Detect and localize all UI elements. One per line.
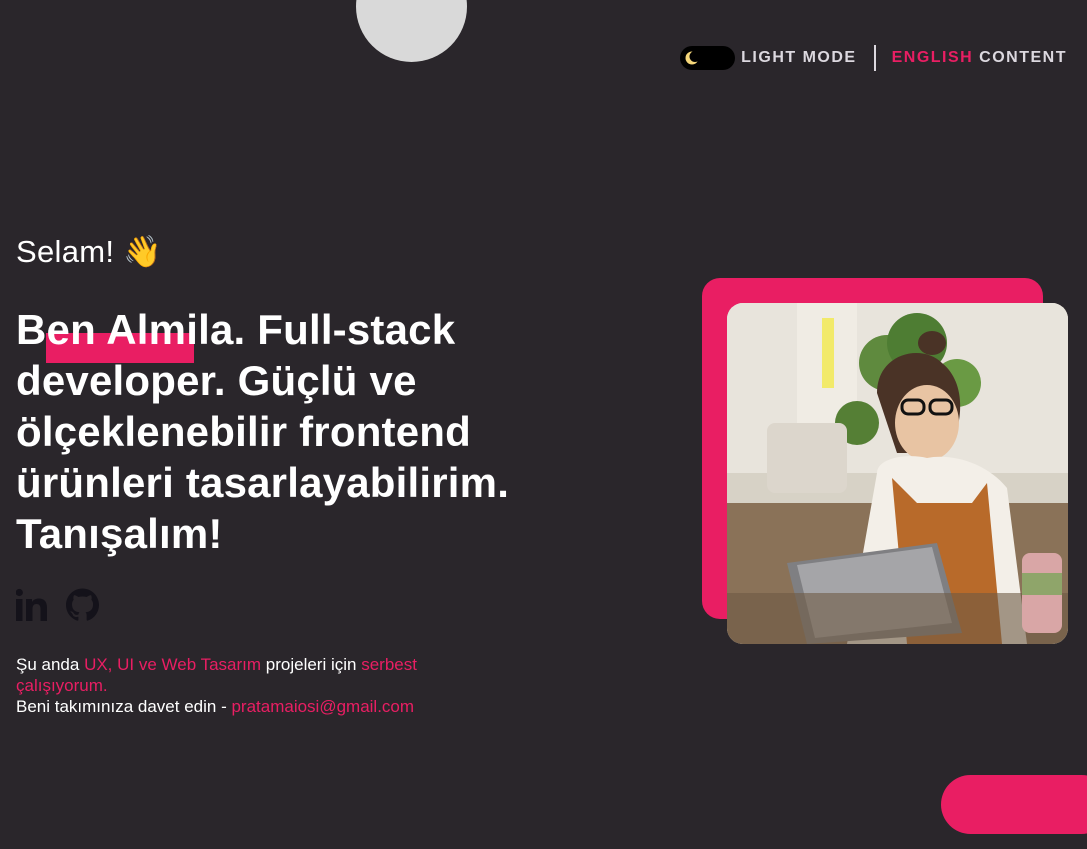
crescent-moon-icon [685,51,700,65]
about-text: Şu anda UX, UI ve Web Tasarım projeleri … [16,654,486,717]
github-link[interactable] [66,588,99,627]
social-links [15,588,118,627]
toggle-switch[interactable] [680,46,736,70]
skills-highlight: UX, UI ve Web Tasarım [84,655,262,674]
linkedin-link[interactable] [15,588,47,627]
top-bar: LIGHT MODE ENGLISH CONTENT [680,45,1067,71]
greeting: Selam! 👋 [16,234,163,269]
mode-label[interactable]: LIGHT MODE [741,49,856,67]
email-link[interactable]: pratamaiosi@gmail.com [231,697,414,716]
page-title: Ben Almila. Full-stack developer. Güçlü … [16,304,536,559]
divider [873,45,876,71]
headline-container: Ben Almila. Full-stack developer. Güçlü … [16,304,536,559]
about-prefix: Şu anda [16,655,85,674]
decorative-pill [941,775,1087,834]
language-toggle[interactable]: ENGLISH CONTENT [892,49,1067,67]
language-suffix[interactable]: CONTENT [973,49,1067,66]
profile-photo [727,303,1068,644]
github-icon [66,588,99,621]
invite-text: Beni takımınıza davet edin - [16,697,232,716]
language-label[interactable]: ENGLISH [892,49,974,66]
about-mid: projeleri için [261,655,362,674]
headline-text: Ben Almila. Full-stack developer. Güçlü … [16,306,510,557]
linkedin-icon [15,588,47,621]
decorative-circle [356,0,467,62]
light-mode-toggle[interactable]: LIGHT MODE [680,46,856,70]
